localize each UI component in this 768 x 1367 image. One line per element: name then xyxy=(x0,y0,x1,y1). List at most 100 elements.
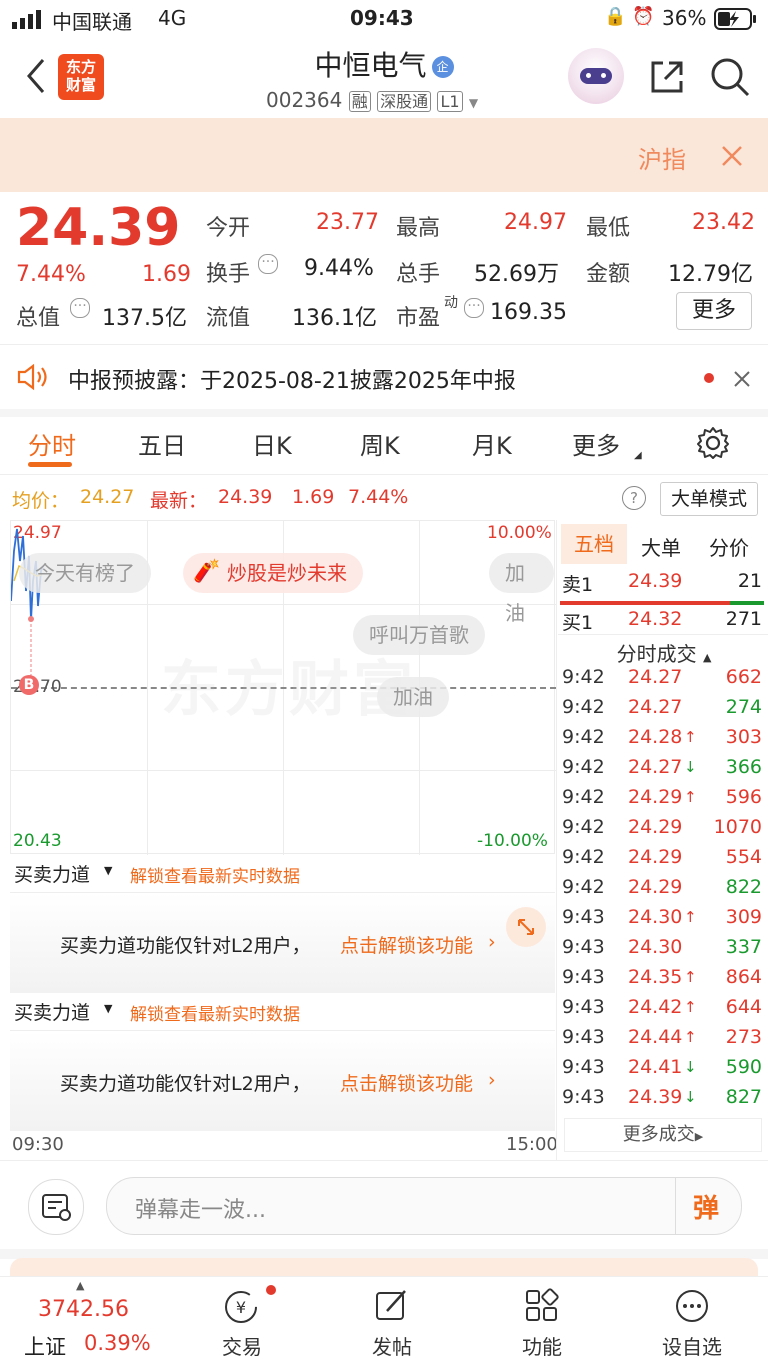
notice-bar[interactable]: 中报预披露：于2025-08-21披露2025年中报 xyxy=(0,344,768,417)
trade-price: 24.44 xyxy=(628,1026,683,1048)
trade-volume: 662 xyxy=(725,666,762,688)
index-ticker[interactable]: ▲ 3742.56 上证 0.39% xyxy=(0,1277,170,1367)
trade-row: 9:43 24.39 ↓ 827 xyxy=(560,1086,768,1116)
corner-caret-icon: ◢ xyxy=(634,450,642,461)
svg-text:¥: ¥ xyxy=(236,1298,246,1317)
last-price: 24.39 xyxy=(16,198,181,258)
volume-label: 总手 xyxy=(396,262,441,287)
trade-volume: 309 xyxy=(725,906,762,928)
notification-dot xyxy=(266,1285,276,1295)
latest-change: 1.69 xyxy=(292,486,335,508)
trade-time: 9:42 xyxy=(562,666,605,688)
trades-title-row[interactable]: 分时成交 ▲ xyxy=(560,638,768,667)
tab-monthly-k[interactable]: 月K xyxy=(472,426,512,461)
search-button[interactable] xyxy=(706,54,754,100)
trade-time: 9:42 xyxy=(562,696,605,718)
trade-volume: 644 xyxy=(725,996,762,1018)
amount-value: 12.79亿 xyxy=(668,262,753,287)
chart-header: 均价： 24.27 最新： 24.39 1.69 7.44% ? 大单模式 xyxy=(0,476,768,520)
avg-label: 均价： xyxy=(12,490,70,512)
danmaku-bar: 弹幕走一波... 弹 xyxy=(0,1160,768,1259)
trade-volume: 337 xyxy=(725,936,762,958)
caret-up-icon: ▲ xyxy=(76,1279,85,1292)
network-type: 4G xyxy=(158,6,187,30)
info-icon[interactable]: ··· xyxy=(464,298,484,318)
trade-row: 9:43 24.30 337 xyxy=(560,936,768,966)
low-value: 23.42 xyxy=(692,210,755,235)
buy-sell-ratio-bar xyxy=(560,601,730,605)
tab-big-orders[interactable]: 大单 xyxy=(641,532,681,561)
tab-indicator xyxy=(28,462,72,467)
tag-level: L1 xyxy=(437,91,463,112)
latest-value: 24.39 xyxy=(218,486,273,508)
trade-time: 9:43 xyxy=(562,1056,605,1078)
trade-price: 24.42 xyxy=(628,996,683,1018)
pe-label: 市盈 xyxy=(396,306,441,331)
trade-time: 9:43 xyxy=(562,906,605,928)
trade-row: 9:42 24.27 274 xyxy=(560,696,768,726)
close-icon xyxy=(722,146,742,166)
trade-time: 9:43 xyxy=(562,1026,605,1048)
search-icon xyxy=(711,58,750,97)
clock: 09:43 xyxy=(350,6,414,30)
trade-row: 9:43 24.30 ↑ 309 xyxy=(560,906,768,936)
stock-header: 东方 财富 中恒电气 企 002364 融 深股通 L1 ▼ xyxy=(0,36,768,118)
banner-close-button[interactable] xyxy=(716,140,748,172)
more-trades-button[interactable]: 更多成交▶ xyxy=(564,1118,762,1152)
danmaku-settings-icon xyxy=(42,1194,71,1221)
share-button[interactable] xyxy=(644,54,690,100)
time-start-label: 09:30 xyxy=(12,1134,64,1155)
buy-1-volume: 271 xyxy=(725,608,762,630)
info-icon[interactable]: ··· xyxy=(70,298,90,318)
tab-price-dist[interactable]: 分价 xyxy=(709,532,749,561)
danmaku-input[interactable]: 弹幕走一波... 弹 xyxy=(106,1177,742,1235)
more-quote-button[interactable]: 更多 xyxy=(676,292,752,330)
trade-row: 9:43 24.44 ↑ 273 xyxy=(560,1026,768,1056)
assistant-avatar[interactable] xyxy=(568,48,624,104)
trade-price: 24.39 xyxy=(628,1086,683,1108)
trade-time: 9:42 xyxy=(562,846,605,868)
trade-row: 9:43 24.35 ↑ 864 xyxy=(560,966,768,996)
trade-arrow: ↑ xyxy=(684,908,697,926)
trade-volume: 273 xyxy=(725,1026,762,1048)
trade-arrow: ↓ xyxy=(684,1088,697,1106)
tab-daily-k[interactable]: 日K xyxy=(252,426,292,461)
info-icon[interactable]: ··· xyxy=(258,254,278,274)
trade-time: 9:42 xyxy=(562,786,605,808)
high-value: 24.97 xyxy=(504,210,567,235)
danmaku-settings-button[interactable] xyxy=(28,1179,84,1235)
trade-price: 24.28 xyxy=(628,726,683,748)
trade-volume: 366 xyxy=(725,756,762,778)
notice-text: 中报预披露：于2025-08-21披露2025年中报 xyxy=(68,369,516,394)
trade-icon: ¥ xyxy=(225,1291,257,1323)
tab-weekly-k[interactable]: 周K xyxy=(360,426,400,461)
stock-code: 002364 xyxy=(266,88,343,112)
compose-icon xyxy=(376,1290,406,1320)
big-order-mode-button[interactable]: 大单模式 xyxy=(660,482,758,516)
buy-1-label: 买1 xyxy=(562,612,594,634)
index-pct: 0.39% xyxy=(84,1331,151,1355)
trade-arrow: ↓ xyxy=(684,758,697,776)
trade-price: 24.27 xyxy=(628,696,683,718)
change-amount: 1.69 xyxy=(142,262,191,287)
stock-code-row[interactable]: 002364 融 深股通 L1 ▼ xyxy=(266,88,478,112)
stock-name: 中恒电气 xyxy=(314,49,427,82)
index-banner[interactable]: 沪指 xyxy=(0,118,768,192)
tab-more[interactable]: 更多 xyxy=(572,426,620,461)
help-icon[interactable]: ? xyxy=(622,486,646,510)
float-value: 136.1亿 xyxy=(292,306,377,331)
tab-five-day[interactable]: 五日 xyxy=(138,426,186,461)
danmaku-send-button[interactable]: 弹 xyxy=(693,1188,719,1225)
latest-label: 最新： xyxy=(150,490,208,512)
notice-close-button[interactable] xyxy=(728,365,756,393)
dropdown-caret-icon: ▼ xyxy=(468,96,479,110)
quote-panel: 24.39 7.44% 1.69 今开 23.77 最高 24.97 最低 23… xyxy=(0,192,768,344)
grid-icon xyxy=(526,1288,559,1321)
trade-row: 9:43 24.41 ↓ 590 xyxy=(560,1056,768,1086)
tab-intraday[interactable]: 分时 xyxy=(28,426,76,461)
tab-order-book[interactable]: 五档 xyxy=(561,524,627,564)
danmaku-placeholder: 弹幕走一波... xyxy=(135,1198,266,1223)
trade-row: 9:42 24.28 ↑ 303 xyxy=(560,726,768,756)
chart-settings-button[interactable] xyxy=(694,424,732,462)
pe-sup: 动 xyxy=(444,295,458,311)
